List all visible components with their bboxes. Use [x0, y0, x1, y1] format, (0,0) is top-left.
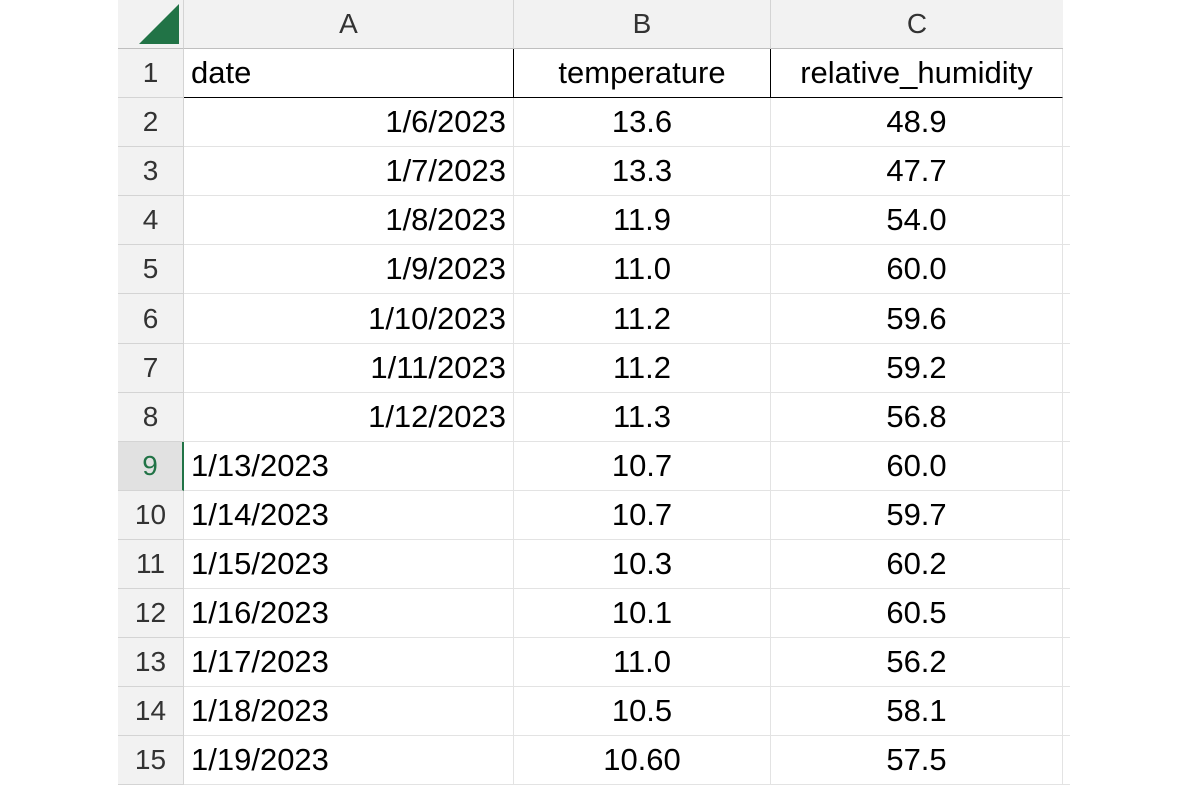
column-header-c[interactable]: C — [771, 0, 1063, 49]
row-header[interactable]: 4 — [118, 196, 184, 246]
table-row: 12 1/16/2023 10.1 60.5 — [118, 589, 1070, 639]
row-header[interactable]: 1 — [118, 49, 184, 99]
grid-edge — [1063, 540, 1070, 590]
cell-temperature[interactable]: 10.1 — [514, 589, 771, 639]
column-header-a[interactable]: A — [184, 0, 514, 49]
grid-edge — [1063, 294, 1070, 344]
grid-edge — [1063, 491, 1070, 540]
row-header[interactable]: 5 — [118, 245, 184, 295]
cell-date[interactable]: 1/12/2023 — [184, 392, 514, 442]
row-header[interactable]: 8 — [118, 392, 184, 442]
cell-humidity[interactable]: 47.7 — [771, 147, 1063, 197]
grid-edge — [1063, 736, 1070, 786]
row-header[interactable]: 13 — [118, 638, 184, 688]
cell-temperature[interactable]: 11.9 — [514, 196, 771, 246]
table-row: 6 1/10/2023 11.2 59.6 — [118, 294, 1070, 344]
row-header[interactable]: 6 — [118, 294, 184, 344]
cell-humidity[interactable]: 59.2 — [771, 343, 1063, 393]
column-header-row: A B C — [118, 0, 1063, 49]
cell-date[interactable]: 1/13/2023 — [184, 441, 514, 491]
cell-temperature[interactable]: 13.3 — [514, 147, 771, 197]
cell-humidity[interactable]: 59.7 — [771, 490, 1063, 540]
table-row: 13 1/17/2023 11.0 56.2 — [118, 638, 1070, 688]
cell-date[interactable]: 1/7/2023 — [184, 147, 514, 197]
cell-humidity[interactable]: 60.2 — [771, 539, 1063, 590]
column-header-b[interactable]: B — [514, 0, 771, 49]
cell-humidity[interactable]: 58.1 — [771, 687, 1063, 737]
cell-date[interactable]: 1/14/2023 — [184, 490, 514, 540]
grid-edge — [1063, 442, 1070, 491]
row-header[interactable]: 3 — [118, 147, 184, 197]
cell-date[interactable]: 1/16/2023 — [184, 589, 514, 639]
row-header[interactable]: 2 — [118, 98, 184, 148]
row-header[interactable]: 12 — [118, 589, 184, 639]
row-header[interactable]: 11 — [118, 539, 184, 590]
cell-date[interactable]: 1/11/2023 — [184, 343, 514, 393]
cell-temperature[interactable]: 10.3 — [514, 539, 771, 590]
grid-edge — [1063, 393, 1070, 442]
cell-humidity[interactable]: 60.0 — [771, 245, 1063, 295]
cell-humidity[interactable]: 48.9 — [771, 98, 1063, 148]
rows-container: 1 date temperature relative_humidity 2 1/… — [118, 49, 1070, 786]
grid-edge — [1063, 98, 1070, 148]
row-header[interactable]: 14 — [118, 687, 184, 737]
grid-edge — [1063, 245, 1070, 295]
row-header[interactable]: 9 — [118, 441, 184, 491]
table-row: 7 1/11/2023 11.2 59.2 — [118, 343, 1070, 393]
grid-edge — [1063, 687, 1070, 737]
table-row: 3 1/7/2023 13.3 47.7 — [118, 147, 1070, 197]
cell-c1[interactable]: relative_humidity — [771, 49, 1063, 99]
table-row: 11 1/15/2023 10.3 60.2 — [118, 539, 1070, 590]
select-all-triangle-icon — [139, 4, 179, 44]
cell-humidity[interactable]: 56.2 — [771, 638, 1063, 688]
row-header[interactable]: 15 — [118, 736, 184, 786]
grid-edge — [1063, 196, 1070, 246]
cell-a1[interactable]: date — [184, 49, 514, 99]
cell-temperature[interactable]: 11.0 — [514, 638, 771, 688]
cell-temperature[interactable]: 11.3 — [514, 392, 771, 442]
cell-temperature[interactable]: 10.60 — [514, 736, 771, 786]
cell-date[interactable]: 1/10/2023 — [184, 294, 514, 344]
table-row-header: 1 date temperature relative_humidity — [118, 49, 1070, 99]
table-row: 10 1/14/2023 10.7 59.7 — [118, 490, 1070, 540]
grid-edge — [1063, 147, 1070, 197]
table-row: 14 1/18/2023 10.5 58.1 — [118, 687, 1070, 737]
table-row: 8 1/12/2023 11.3 56.8 — [118, 392, 1070, 442]
cell-date[interactable]: 1/15/2023 — [184, 539, 514, 590]
cell-date[interactable]: 1/19/2023 — [184, 736, 514, 786]
spreadsheet-grid: A B C 1 date temperature relative_humidi… — [118, 0, 1070, 786]
cell-temperature[interactable]: 11.2 — [514, 294, 771, 344]
grid-edge — [1063, 638, 1070, 688]
cell-date[interactable]: 1/18/2023 — [184, 687, 514, 737]
cell-temperature[interactable]: 13.6 — [514, 98, 771, 148]
cell-date[interactable]: 1/8/2023 — [184, 196, 514, 246]
cell-temperature[interactable]: 11.2 — [514, 343, 771, 393]
grid-edge — [1063, 589, 1070, 639]
cell-date[interactable]: 1/9/2023 — [184, 245, 514, 295]
cell-humidity[interactable]: 57.5 — [771, 736, 1063, 786]
select-all-button[interactable] — [118, 0, 184, 49]
cell-humidity[interactable]: 59.6 — [771, 294, 1063, 344]
cell-temperature[interactable]: 10.7 — [514, 441, 771, 491]
cell-humidity[interactable]: 60.5 — [771, 589, 1063, 639]
row-header[interactable]: 7 — [118, 343, 184, 393]
table-row: 9 1/13/2023 10.7 60.0 — [118, 441, 1070, 491]
cell-humidity[interactable]: 56.8 — [771, 392, 1063, 442]
row-header[interactable]: 10 — [118, 490, 184, 540]
cell-humidity[interactable]: 60.0 — [771, 441, 1063, 491]
cell-date[interactable]: 1/6/2023 — [184, 98, 514, 148]
table-row: 15 1/19/2023 10.60 57.5 — [118, 736, 1070, 786]
table-row: 5 1/9/2023 11.0 60.0 — [118, 245, 1070, 295]
cell-b1[interactable]: temperature — [514, 49, 771, 99]
cell-temperature[interactable]: 10.7 — [514, 490, 771, 540]
table-row: 4 1/8/2023 11.9 54.0 — [118, 196, 1070, 246]
grid-edge — [1063, 344, 1070, 393]
cell-temperature[interactable]: 11.0 — [514, 245, 771, 295]
cell-humidity[interactable]: 54.0 — [771, 196, 1063, 246]
cell-date[interactable]: 1/17/2023 — [184, 638, 514, 688]
table-row: 2 1/6/2023 13.6 48.9 — [118, 98, 1070, 148]
cell-temperature[interactable]: 10.5 — [514, 687, 771, 737]
